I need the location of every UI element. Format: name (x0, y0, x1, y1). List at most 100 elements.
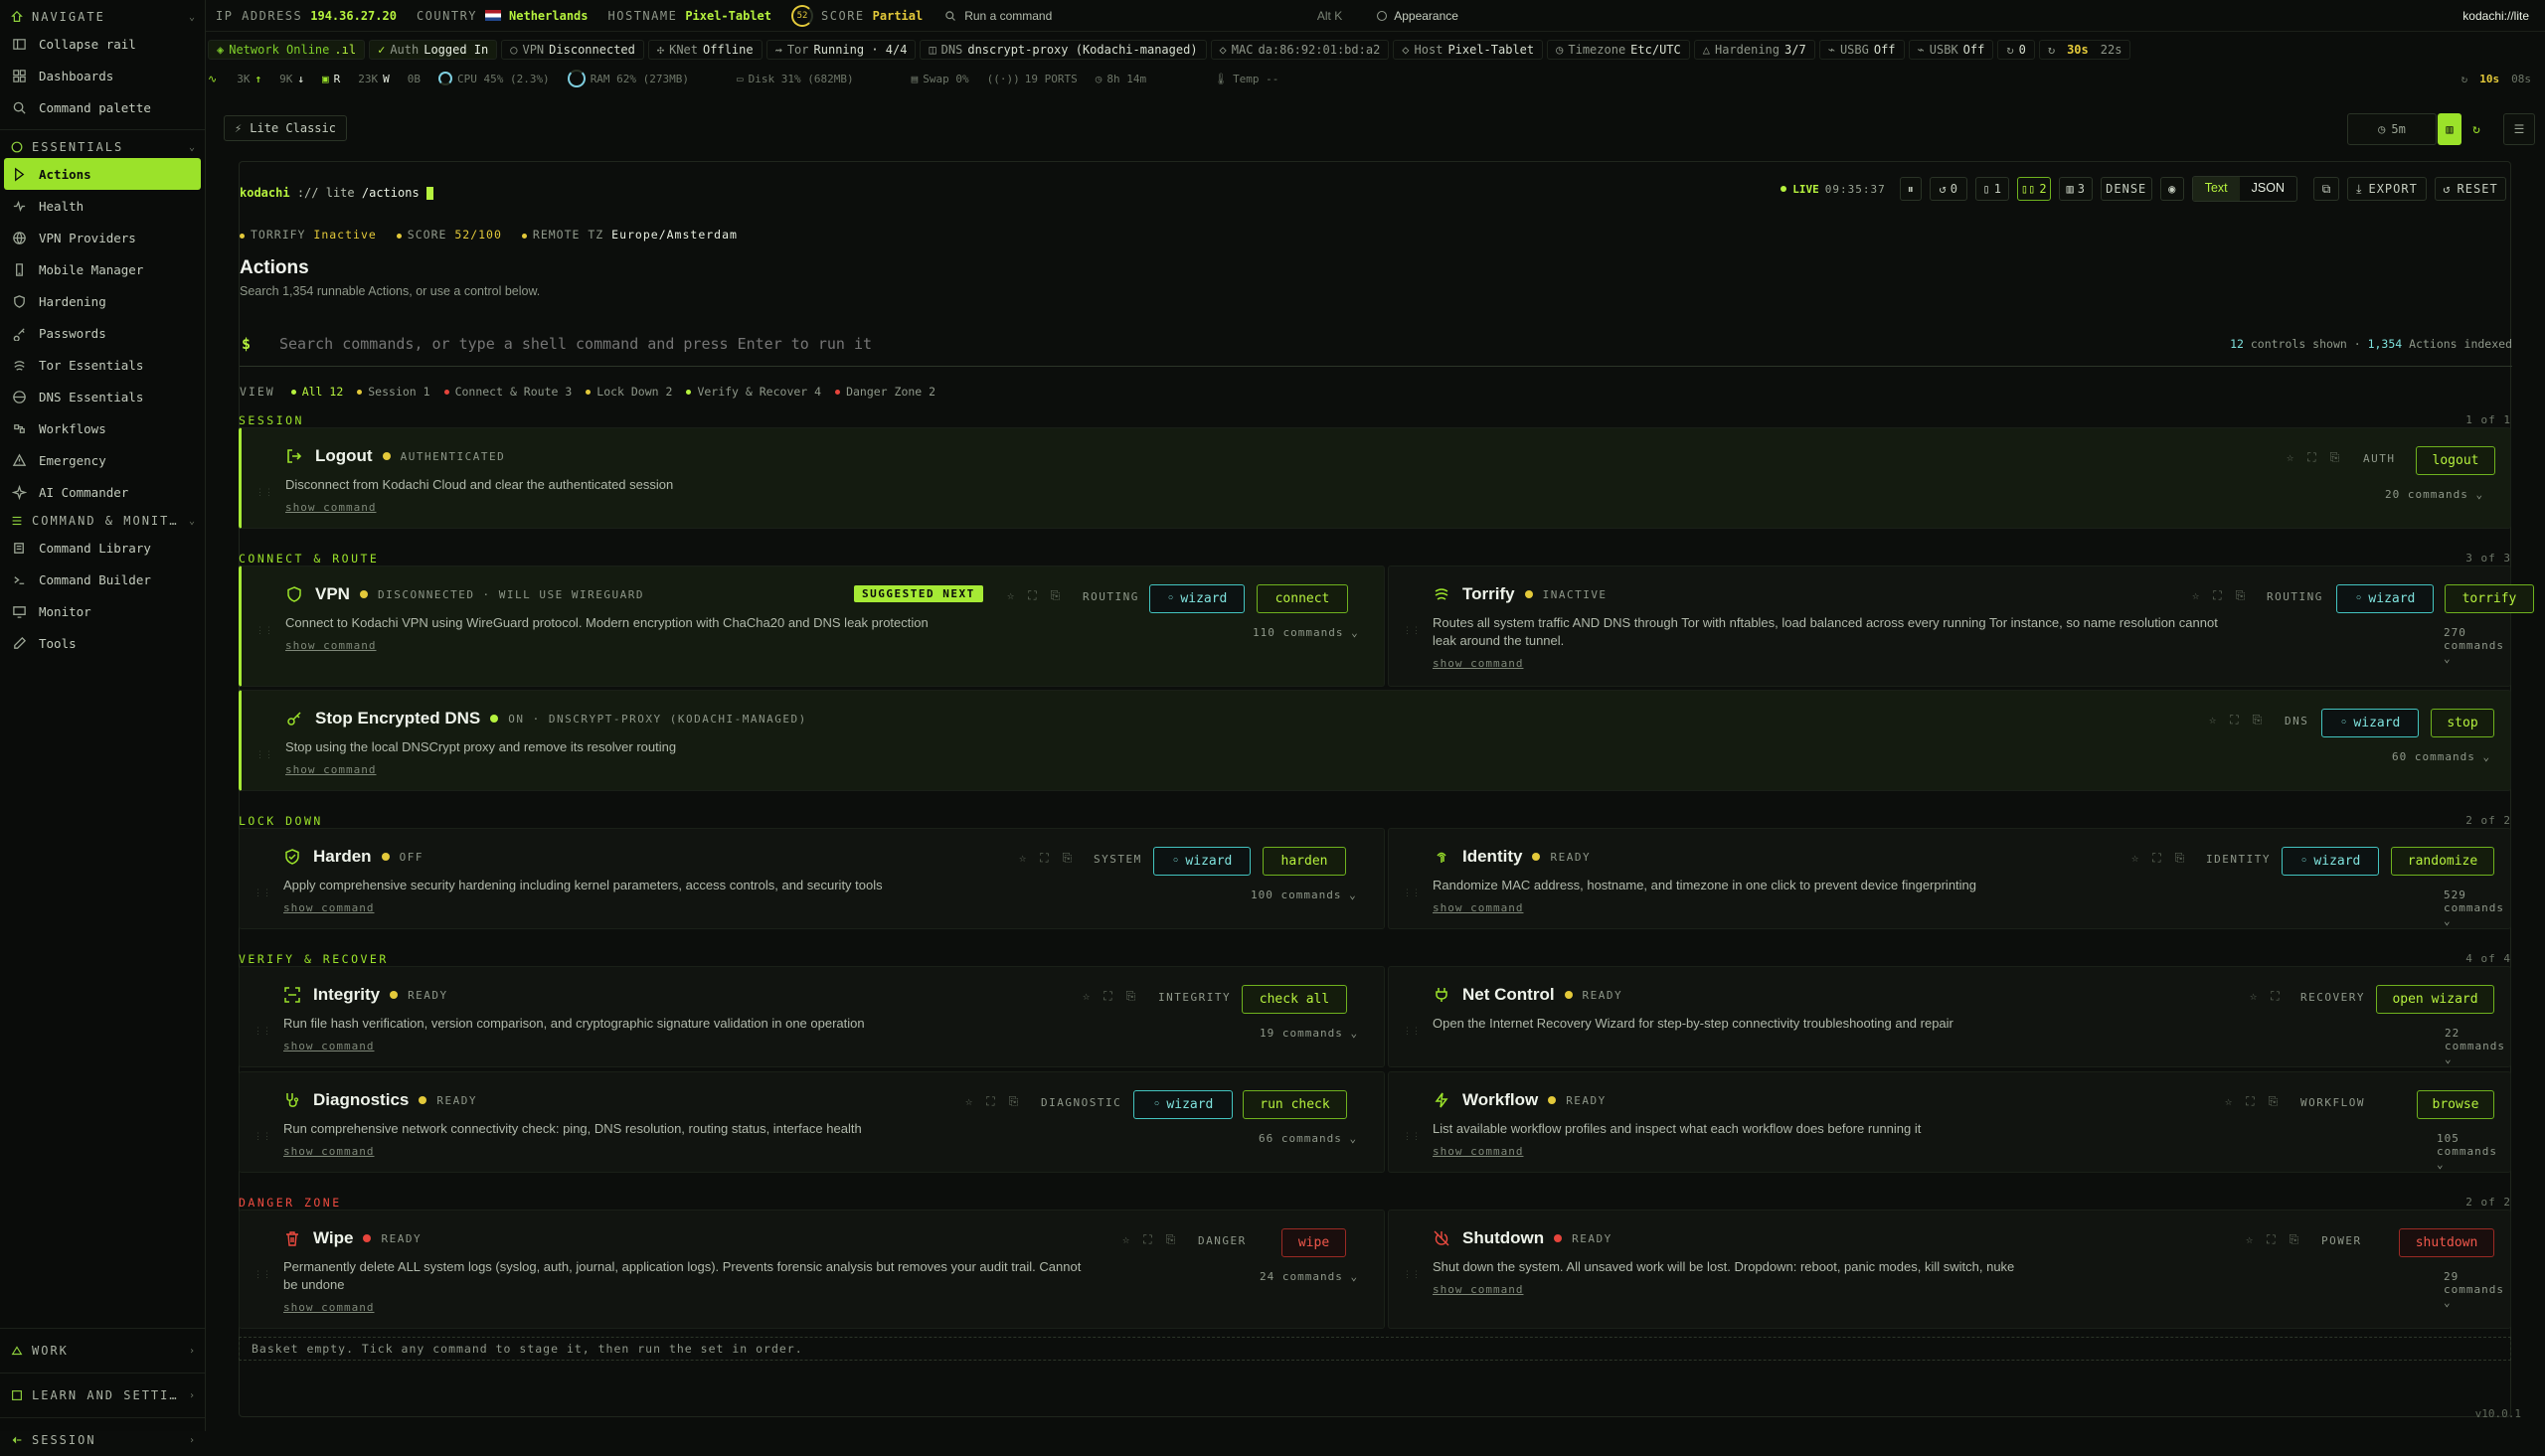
browse-button[interactable]: browse (2417, 1090, 2494, 1119)
drag-handle-icon[interactable]: ⋮⋮ (1403, 1027, 1421, 1039)
sidebar-section-work[interactable]: WORK › (0, 1335, 205, 1367)
logout-button[interactable]: logout (2416, 446, 2495, 475)
run-command-input[interactable]: Run a command Alt K (934, 4, 1352, 28)
harden-button[interactable]: harden (1263, 847, 1346, 876)
card-identity[interactable]: ⋮⋮ Identity READY Randomize MAC address, … (1388, 828, 2511, 929)
sidebar-item-ai-commander[interactable]: AI Commander (4, 476, 201, 508)
torrify-wizard-button[interactable]: ◦ wizard (2336, 584, 2434, 613)
commands-count[interactable]: 66 commands ⌄ (1259, 1132, 1357, 1145)
show-command-link[interactable]: show command (285, 763, 376, 776)
commands-count[interactable]: 110 commands ⌄ (1253, 626, 1359, 639)
appearance-button[interactable]: Appearance (1364, 9, 1470, 23)
reset-button[interactable]: ↺ RESET (2435, 177, 2506, 201)
layout-2-button[interactable]: ▯▯ 2 (2016, 177, 2051, 201)
drag-handle-icon[interactable]: ⋮⋮ (255, 750, 273, 762)
network-status-chip[interactable]: ◈ Network Online .ıl (208, 40, 366, 60)
layout-3-button[interactable]: ▥ 3 (2058, 177, 2093, 201)
commands-count[interactable]: 29 commands ⌄ (2444, 1270, 2510, 1309)
star-icon[interactable]: ☆ (1007, 588, 1014, 603)
connect-button[interactable]: connect (1257, 584, 1348, 613)
dense-toggle[interactable]: DENSE (2100, 177, 2152, 201)
filter-session[interactable]: Session 1 (357, 385, 430, 399)
sidebar-item-monitor[interactable]: Monitor (4, 595, 201, 627)
expand-icon[interactable]: ⛶ (1103, 989, 1111, 1004)
star-icon[interactable]: ☆ (2209, 713, 2216, 728)
card-diagnostics[interactable]: ⋮⋮ Diagnostics READY Run comprehensive ne… (239, 1071, 1385, 1173)
link-icon[interactable]: ⎘ (2330, 450, 2340, 465)
star-icon[interactable]: ☆ (2246, 1232, 2253, 1247)
breadcrumb-lite[interactable]: lite (326, 186, 355, 200)
drag-handle-icon[interactable]: ⋮⋮ (1403, 889, 1421, 900)
usbk-chip[interactable]: ⌁ USBK Off (1908, 40, 1994, 60)
shutdown-button[interactable]: shutdown (2399, 1228, 2494, 1257)
link-icon[interactable]: ⎘ (2236, 588, 2246, 603)
sidebar-item-vpn-providers[interactable]: VPN Providers (4, 222, 201, 253)
sidebar-item-tools[interactable]: Tools (4, 627, 201, 659)
link-icon[interactable]: ⎘ (1063, 851, 1073, 866)
expand-icon[interactable]: ⛶ (2246, 1094, 2254, 1109)
commands-count[interactable]: 100 commands ⌄ (1251, 889, 1357, 901)
expand-icon[interactable]: ⛶ (1040, 851, 1048, 866)
sidebar-item-tor-essentials[interactable]: Tor Essentials (4, 349, 201, 381)
expand-icon[interactable]: ⛶ (2267, 1232, 2275, 1247)
host-chip[interactable]: ◇ Host Pixel-Tablet (1393, 40, 1544, 60)
show-command-link[interactable]: show command (1433, 1145, 1523, 1158)
refresh-timer-button[interactable]: ◷ 5m (2347, 113, 2437, 145)
metrics-interval[interactable]: ↻ 10s 08s (2461, 73, 2531, 85)
check-all-button[interactable]: check all (1242, 985, 1347, 1014)
sidebar-section-learn[interactable]: LEARN AND SETTI… › (0, 1379, 205, 1411)
timezone-chip[interactable]: ◷ Timezone Etc/UTC (1547, 40, 1690, 60)
breadcrumb-root[interactable]: kodachi (240, 186, 290, 200)
link-icon[interactable]: ⎘ (2290, 1232, 2299, 1247)
menu-button[interactable]: ☰ (2503, 113, 2535, 145)
layout-1-button[interactable]: ▯ 1 (1974, 177, 2009, 201)
visibility-toggle[interactable]: ◉ (2159, 177, 2184, 201)
sidebar-item-command-builder[interactable]: Command Builder (4, 564, 201, 595)
text-format-button[interactable]: Text (2192, 177, 2240, 201)
mac-chip[interactable]: ◇ MAC da:86:92:01:bd:a2 (1210, 40, 1390, 60)
auth-chip[interactable]: ✓ Auth Logged In (369, 40, 498, 60)
command-search-input[interactable] (279, 334, 2231, 353)
sidebar-item-workflows[interactable]: Workflows (4, 412, 201, 444)
drag-handle-icon[interactable]: ⋮⋮ (1403, 1132, 1421, 1144)
export-button[interactable]: ⤓ EXPORT (2347, 177, 2427, 201)
star-icon[interactable]: ☆ (1122, 1232, 1129, 1247)
identity-wizard-button[interactable]: ◦ wizard (2282, 847, 2379, 876)
sidebar-item-dns-essentials[interactable]: DNS Essentials (4, 381, 201, 412)
show-command-link[interactable]: show command (283, 1301, 374, 1314)
star-icon[interactable]: ☆ (2225, 1094, 2232, 1109)
sidebar-item-actions[interactable]: Actions (4, 158, 201, 190)
commands-count[interactable]: 24 commands ⌄ (1260, 1270, 1358, 1283)
show-command-link[interactable]: show command (1433, 1283, 1523, 1296)
run-check-button[interactable]: run check (1243, 1090, 1347, 1119)
star-icon[interactable]: ☆ (1019, 851, 1026, 866)
drag-handle-icon[interactable]: ⋮⋮ (254, 1027, 271, 1039)
stop-button[interactable]: stop (2431, 709, 2494, 737)
dns-wizard-button[interactable]: ◦ wizard (2321, 709, 2419, 737)
dns-chip[interactable]: ◫ DNS dnscrypt-proxy (Kodachi-managed) (920, 40, 1207, 60)
sidebar-section-command-monitor[interactable]: COMMAND & MONIT… ⌄ (0, 510, 205, 532)
expand-icon[interactable]: ⛶ (2230, 713, 2238, 728)
card-logout[interactable]: ⋮⋮ Logout AUTHENTICATED Disconnect from K… (239, 427, 2511, 529)
filter-danger-zone[interactable]: Danger Zone 2 (835, 385, 935, 399)
show-command-link[interactable]: show command (283, 1040, 374, 1052)
card-workflow[interactable]: ⋮⋮ Workflow READY List available workflow… (1388, 1071, 2511, 1173)
grid-view-toggle[interactable]: ▥ (2438, 113, 2461, 145)
sidebar-item-dashboards[interactable]: Dashboards (4, 60, 201, 91)
filter-connect-route[interactable]: Connect & Route 3 (443, 385, 572, 399)
refresh-interval[interactable]: ↻ 30s 22s (2038, 40, 2131, 60)
sidebar-item-mobile-manager[interactable]: Mobile Manager (4, 253, 201, 285)
link-icon[interactable]: ⎘ (1051, 588, 1061, 603)
link-icon[interactable]: ⎘ (1126, 989, 1136, 1004)
expand-icon[interactable]: ⛶ (2152, 851, 2160, 866)
link-icon[interactable]: ⎘ (2269, 1094, 2279, 1109)
sidebar-item-hardening[interactable]: Hardening (4, 285, 201, 317)
wipe-button[interactable]: wipe (1281, 1228, 1346, 1257)
sidebar-item-command-palette[interactable]: Command palette (4, 91, 201, 123)
commands-count[interactable]: 270 commands ⌄ (2444, 626, 2510, 665)
filter-all[interactable]: All 12 (290, 385, 343, 399)
drag-handle-icon[interactable]: ⋮⋮ (255, 626, 273, 638)
pause-button[interactable]: ⏸︎ (1899, 177, 1922, 201)
filter-lock-down[interactable]: Lock Down 2 (586, 385, 672, 399)
drag-handle-icon[interactable]: ⋮⋮ (1403, 1270, 1421, 1282)
